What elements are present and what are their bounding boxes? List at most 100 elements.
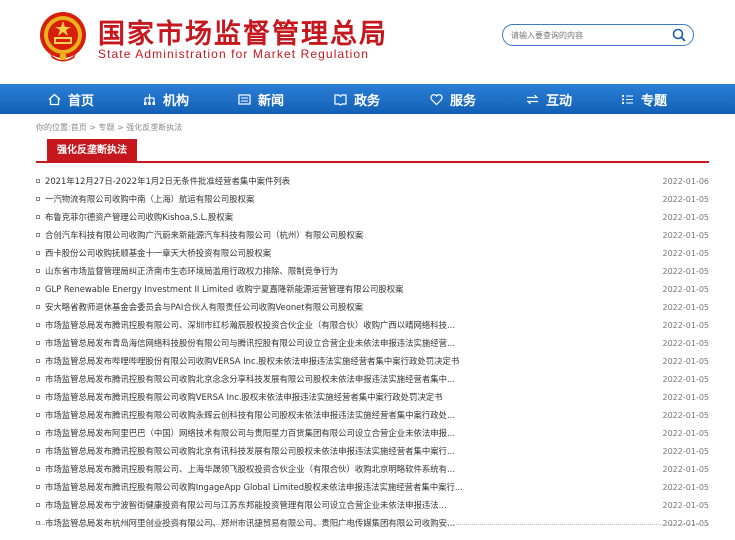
list-item-link[interactable]: 市场监管总局发布腾讯控股有限公司、深圳市红杉瀚辰股权投资合伙企业（有限合伙）收购… bbox=[45, 319, 515, 331]
org-icon bbox=[144, 93, 155, 105]
list-item[interactable]: 山东省市场监督管理局纠正济南市生态环境局滥用行政权力排除、限制竞争行为 2022-… bbox=[36, 262, 709, 280]
nav-item-interact[interactable]: 互动 bbox=[526, 84, 572, 114]
news-icon bbox=[238, 93, 251, 105]
nav-item-gov[interactable]: 政务 bbox=[334, 84, 380, 114]
bullet-icon bbox=[36, 395, 40, 399]
list-item-link[interactable]: 山东省市场监督管理局纠正济南市生态环境局滥用行政权力排除、限制竞争行为 bbox=[45, 265, 515, 277]
list-item[interactable]: 西卡股份公司收购抚顺基金十一章天大桥投资有限公司股权案 2022-01-05 bbox=[36, 244, 709, 262]
bullet-icon bbox=[36, 377, 40, 381]
nav-label: 专题 bbox=[641, 93, 668, 109]
nav-item-org[interactable]: 机构 bbox=[143, 84, 189, 114]
list-item-link[interactable]: 市场监管总局发布腾讯控股有限公司收购VERSA Inc.股权未依法申报违法实施经… bbox=[45, 391, 515, 403]
list-item[interactable]: 市场监管总局发布腾讯控股有限公司、上海华晟领飞股权投资合伙企业（有限合伙）收购北… bbox=[36, 460, 709, 478]
list-item-link[interactable]: 市场监管总局发布杭州阿里创业投资有限公司、郑州市讯捷贸易有限公司、贵阳广电传媒集… bbox=[45, 517, 515, 529]
list-item[interactable]: 一汽物流有限公司收购中南（上海）航运有限公司股权案 2022-01-05 bbox=[36, 190, 709, 208]
bullet-icon bbox=[36, 485, 40, 489]
list-item-link[interactable]: 西卡股份公司收购抚顺基金十一章天大桥投资有限公司股权案 bbox=[45, 247, 515, 259]
site-header: 国家市场监督管理总局 State Administration for Mark… bbox=[0, 0, 735, 84]
list-item-date: 2022-01-05 bbox=[662, 230, 710, 240]
list-item-link[interactable]: 市场监管总局发布腾讯控股有限公司收购北京念念分享科技发展有限公司股权未依法申报违… bbox=[45, 373, 515, 385]
list-item-link[interactable]: 市场监管总局发布腾讯控股有限公司收购永辉云创科技有限公司股权未依法申报违法实施经… bbox=[45, 409, 515, 421]
nav-label: 互动 bbox=[546, 93, 573, 109]
bullet-icon bbox=[36, 413, 40, 417]
list-item[interactable]: 市场监管总局发布腾讯控股有限公司、深圳市红杉瀚辰股权投资合伙企业（有限合伙）收购… bbox=[36, 316, 709, 334]
list-item-link[interactable]: 安大略省教师退休基金会委员会与PAI合伙人有限责任公司收购Veonet有限公司股… bbox=[45, 301, 515, 313]
list-item-date: 2022-01-05 bbox=[662, 302, 710, 312]
list-item[interactable]: 合创汽车科技有限公司收购广汽蔚来新能源汽车科技有限公司（杭州）有限公司股权案 20… bbox=[36, 226, 709, 244]
list-item-date: 2022-01-05 bbox=[662, 284, 710, 294]
list-item[interactable]: 市场监管总局发布腾讯控股有限公司收购北京有讯科技发展有限公司股权未依法申报违法实… bbox=[36, 442, 709, 460]
list-item[interactable]: 市场监管总局发布哔哩哔哩股份有限公司收购VERSA Inc.股权未依法申报违法实… bbox=[36, 352, 709, 370]
nav-label: 机构 bbox=[163, 93, 190, 109]
bullet-icon bbox=[36, 269, 40, 273]
nav-label: 政务 bbox=[354, 93, 381, 109]
list-item-date: 2022-01-05 bbox=[662, 410, 710, 420]
list-item-date: 2022-01-05 bbox=[662, 518, 710, 528]
list-item-date: 2022-01-05 bbox=[662, 446, 710, 456]
list-item-date: 2022-01-06 bbox=[662, 176, 710, 186]
nav-item-service[interactable]: 服务 bbox=[430, 84, 476, 114]
list-item-date: 2022-01-05 bbox=[662, 428, 710, 438]
list-item[interactable]: 2021年12月27日-2022年1月2日无条件批准经营者集中案件列表 2022-… bbox=[36, 172, 709, 190]
list-item-link[interactable]: 市场监管总局发布腾讯控股有限公司、上海华晟领飞股权投资合伙企业（有限合伙）收购北… bbox=[45, 463, 515, 475]
list-item-date: 2022-01-05 bbox=[662, 212, 710, 222]
list-item-date: 2022-01-05 bbox=[662, 338, 710, 348]
nav-label: 首页 bbox=[68, 93, 95, 109]
nav-label: 新闻 bbox=[258, 93, 285, 109]
list-item-link[interactable]: 市场监管总局发布腾讯控股有限公司收购IngageApp Global Limit… bbox=[45, 481, 515, 493]
list-item[interactable]: 市场监管总局发布宁波智街健康投资有限公司与江苏东邦能投资管理有限公司设立合营企业… bbox=[36, 496, 709, 514]
arrows-icon bbox=[526, 94, 539, 104]
bullet-icon bbox=[36, 467, 40, 471]
search-box bbox=[502, 24, 694, 46]
nav-item-news[interactable]: 新闻 bbox=[238, 84, 284, 114]
list-item-date: 2022-01-05 bbox=[662, 194, 710, 204]
list-item-date: 2022-01-05 bbox=[662, 482, 710, 492]
list-item-date: 2022-01-05 bbox=[662, 356, 710, 366]
bullet-icon bbox=[36, 341, 40, 345]
bullet-icon bbox=[36, 305, 40, 309]
list-item-link[interactable]: GLP Renewable Energy Investment II Limit… bbox=[45, 283, 515, 295]
list-item[interactable]: 安大略省教师退休基金会委员会与PAI合伙人有限责任公司收购Veonet有限公司股… bbox=[36, 298, 709, 316]
list-item-date: 2022-01-05 bbox=[662, 248, 710, 258]
news-list: 2021年12月27日-2022年1月2日无条件批准经营者集中案件列表 2022-… bbox=[36, 172, 709, 532]
bullet-icon bbox=[36, 449, 40, 453]
list-item-link[interactable]: 2021年12月27日-2022年1月2日无条件批准经营者集中案件列表 bbox=[45, 175, 515, 187]
bullet-icon bbox=[36, 503, 40, 507]
list-item[interactable]: 市场监管总局发布杭州阿里创业投资有限公司、郑州市讯捷贸易有限公司、贵阳广电传媒集… bbox=[36, 514, 709, 532]
site-title-cn: 国家市场监督管理总局 bbox=[98, 19, 388, 50]
list-item[interactable]: 市场监管总局发布腾讯控股有限公司收购永辉云创科技有限公司股权未依法申报违法实施经… bbox=[36, 406, 709, 424]
list-item-link[interactable]: 一汽物流有限公司收购中南（上海）航运有限公司股权案 bbox=[45, 193, 515, 205]
breadcrumb: 你的位置:首页 > 专题 > 强化反垄断执法 bbox=[36, 123, 183, 132]
list-item-link[interactable]: 合创汽车科技有限公司收购广汽蔚来新能源汽车科技有限公司（杭州）有限公司股权案 bbox=[45, 229, 515, 241]
bullet-icon bbox=[36, 197, 40, 201]
nav-item-topics[interactable]: 专题 bbox=[621, 84, 667, 114]
bullet-icon bbox=[36, 251, 40, 255]
list-item[interactable]: GLP Renewable Energy Investment II Limit… bbox=[36, 280, 709, 298]
list-divider bbox=[36, 524, 709, 525]
list-item[interactable]: 市场监管总局发布阿里巴巴（中国）网络技术有限公司与贵阳星力百货集团有限公司设立合… bbox=[36, 424, 709, 442]
section-header: 强化反垄断执法 bbox=[36, 139, 709, 163]
bullet-icon bbox=[36, 359, 40, 363]
list-item[interactable]: 市场监管总局发布腾讯控股有限公司收购VERSA Inc.股权未依法申报违法实施经… bbox=[36, 388, 709, 406]
list-item[interactable]: 布鲁克菲尔德资产管理公司收购Kishoa,S.L.股权案 2022-01-05 bbox=[36, 208, 709, 226]
list-item-link[interactable]: 布鲁克菲尔德资产管理公司收购Kishoa,S.L.股权案 bbox=[45, 211, 515, 223]
bullet-icon bbox=[36, 431, 40, 435]
list-item-date: 2022-01-05 bbox=[662, 464, 710, 474]
home-icon bbox=[48, 93, 61, 105]
bullet-icon bbox=[36, 323, 40, 327]
list-item-link[interactable]: 市场监管总局发布宁波智街健康投资有限公司与江苏东邦能投资管理有限公司设立合营企业… bbox=[45, 499, 515, 511]
nav-item-home[interactable]: 首页 bbox=[48, 84, 94, 114]
nav-label: 服务 bbox=[450, 93, 477, 109]
list-item-link[interactable]: 市场监管总局发布腾讯控股有限公司收购北京有讯科技发展有限公司股权未依法申报违法实… bbox=[45, 445, 515, 457]
list-item[interactable]: 市场监管总局发布青岛海信网络科技股份有限公司与腾讯控股有限公司设立合营企业未依法… bbox=[36, 334, 709, 352]
list-item-link[interactable]: 市场监管总局发布阿里巴巴（中国）网络技术有限公司与贵阳星力百货集团有限公司设立合… bbox=[45, 427, 515, 439]
search-icon[interactable] bbox=[671, 27, 687, 43]
main-nav: 首页 机构 新闻 政务 服务 互动 专题 bbox=[0, 84, 735, 114]
bullet-icon bbox=[36, 215, 40, 219]
list-item-link[interactable]: 市场监管总局发布青岛海信网络科技股份有限公司与腾讯控股有限公司设立合营企业未依法… bbox=[45, 337, 515, 349]
list-item[interactable]: 市场监管总局发布腾讯控股有限公司收购IngageApp Global Limit… bbox=[36, 478, 709, 496]
bullet-icon bbox=[36, 179, 40, 183]
list-item-link[interactable]: 市场监管总局发布哔哩哔哩股份有限公司收购VERSA Inc.股权未依法申报违法实… bbox=[45, 355, 515, 367]
search-input[interactable] bbox=[511, 27, 661, 43]
list-item[interactable]: 市场监管总局发布腾讯控股有限公司收购北京念念分享科技发展有限公司股权未依法申报违… bbox=[36, 370, 709, 388]
